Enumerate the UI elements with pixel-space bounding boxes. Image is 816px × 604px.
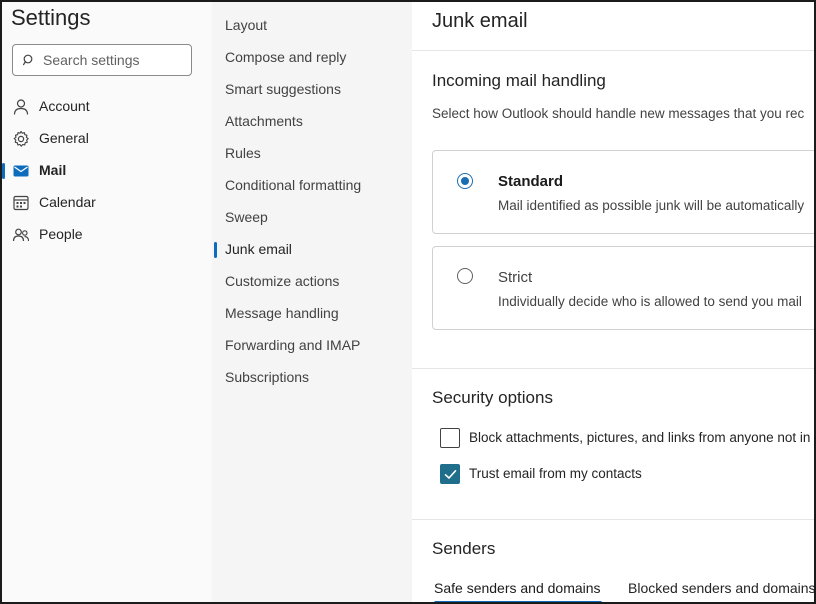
subnav-item-layout[interactable]: Layout xyxy=(212,11,412,41)
subnav-item-junk-email[interactable]: Junk email xyxy=(212,235,412,265)
nav-item-calendar[interactable]: Calendar xyxy=(2,186,212,218)
checkbox-label: Trust email from my contacts xyxy=(469,466,642,481)
subnav-item-label: Conditional formatting xyxy=(225,177,362,193)
page-title: Junk email xyxy=(432,10,528,32)
checkmark-icon xyxy=(444,470,457,479)
checkbox-label: Block attachments, pictures, and links f… xyxy=(469,430,811,445)
nav-item-account[interactable]: Account xyxy=(2,90,212,122)
radio-option-strict[interactable]: Strict Individually decide who is allowe… xyxy=(432,246,814,330)
subnav-item-sweep[interactable]: Sweep xyxy=(212,203,412,233)
active-indicator xyxy=(2,163,5,179)
radio-option-title: Standard xyxy=(498,173,564,190)
people-icon xyxy=(12,228,30,242)
subnav-item-label: Smart suggestions xyxy=(225,81,341,97)
subnav-item-forwarding-and-imap[interactable]: Forwarding and IMAP xyxy=(212,331,412,361)
mail-settings-subnav: Layout Compose and reply Smart suggestio… xyxy=(212,2,412,602)
nav-item-label: General xyxy=(39,130,89,146)
mail-icon xyxy=(13,165,29,177)
nav-item-label: People xyxy=(39,226,83,242)
nav-item-label: Account xyxy=(39,98,90,114)
subnav-item-label: Message handling xyxy=(225,305,339,321)
subnav-item-attachments[interactable]: Attachments xyxy=(212,107,412,137)
radio-option-description: Individually decide who is allowed to se… xyxy=(498,294,802,309)
person-icon xyxy=(13,99,29,115)
settings-title: Settings xyxy=(11,5,91,30)
subnav-item-label: Subscriptions xyxy=(225,369,310,385)
tab-safe-senders[interactable]: Safe senders and domains xyxy=(434,580,601,596)
junk-email-pane: Junk email Incoming mail handling Select… xyxy=(412,2,814,602)
section-heading-security: Security options xyxy=(432,388,553,407)
radio-option-title: Strict xyxy=(498,269,533,286)
gear-icon xyxy=(13,130,29,147)
subnav-item-smart-suggestions[interactable]: Smart suggestions xyxy=(212,75,412,105)
nav-item-mail[interactable]: Mail xyxy=(2,154,212,186)
settings-window: Settings Account General Mail Calendar P… xyxy=(0,0,816,604)
search-input[interactable] xyxy=(43,52,183,68)
section-heading-senders: Senders xyxy=(432,539,496,558)
subnav-item-subscriptions[interactable]: Subscriptions xyxy=(212,363,412,393)
divider xyxy=(412,50,814,51)
subnav-item-label: Attachments xyxy=(225,113,303,129)
subnav-item-label: Junk email xyxy=(225,241,292,257)
active-indicator xyxy=(214,242,217,258)
nav-item-general[interactable]: General xyxy=(2,122,212,154)
subnav-item-rules[interactable]: Rules xyxy=(212,139,412,169)
subnav-item-message-handling[interactable]: Message handling xyxy=(212,299,412,329)
radio-option-description: Mail identified as possible junk will be… xyxy=(498,198,805,213)
subnav-item-label: Compose and reply xyxy=(225,49,347,65)
subnav-item-compose-and-reply[interactable]: Compose and reply xyxy=(212,43,412,73)
tab-blocked-senders[interactable]: Blocked senders and domains xyxy=(628,580,814,596)
nav-item-label: Mail xyxy=(39,162,67,178)
subnav-item-customize-actions[interactable]: Customize actions xyxy=(212,267,412,297)
radio-button-strict[interactable] xyxy=(457,268,473,284)
subnav-item-label: Sweep xyxy=(225,209,268,225)
nav-item-label: Calendar xyxy=(39,194,96,210)
subnav-item-label: Rules xyxy=(225,145,261,161)
checkbox-trust-contacts[interactable] xyxy=(440,464,460,484)
search-icon xyxy=(23,54,33,66)
checkbox-block-attachments[interactable] xyxy=(440,428,460,448)
calendar-icon xyxy=(13,195,29,211)
radio-option-standard[interactable]: Standard Mail identified as possible jun… xyxy=(432,150,814,234)
active-tab-indicator xyxy=(434,601,602,602)
section-heading-incoming: Incoming mail handling xyxy=(432,71,606,90)
search-settings-field[interactable] xyxy=(12,44,192,76)
divider xyxy=(412,368,814,369)
subnav-item-conditional-formatting[interactable]: Conditional formatting xyxy=(212,171,412,201)
divider xyxy=(412,519,814,520)
settings-sidebar: Settings Account General Mail Calendar P… xyxy=(2,2,212,602)
radio-button-standard[interactable] xyxy=(457,173,473,189)
nav-item-people[interactable]: People xyxy=(2,218,212,250)
subnav-item-label: Forwarding and IMAP xyxy=(225,337,361,353)
subnav-item-label: Customize actions xyxy=(225,273,340,289)
incoming-description: Select how Outlook should handle new mes… xyxy=(432,106,805,121)
subnav-item-label: Layout xyxy=(225,17,268,33)
